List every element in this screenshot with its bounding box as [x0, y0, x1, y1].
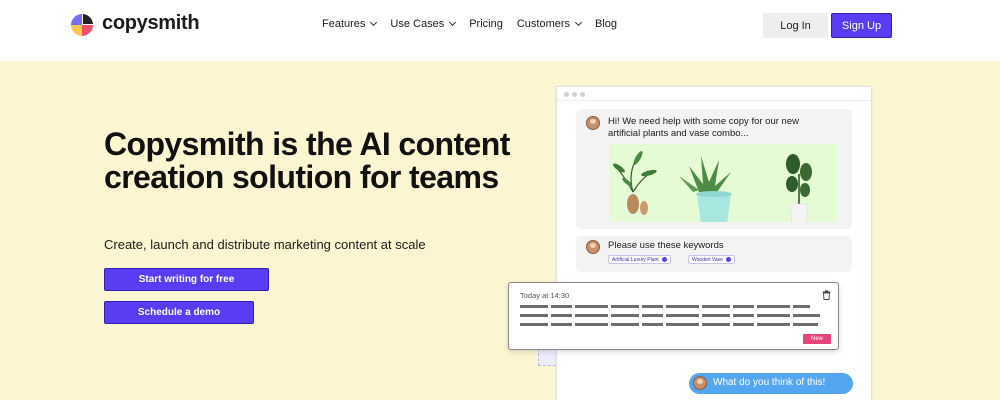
top-navigation: copysmith Features Use Cases Pricing Cus…: [0, 0, 1000, 61]
hero-subheadline: Create, launch and distribute marketing …: [104, 237, 426, 252]
copysmith-logo-icon[interactable]: [70, 13, 94, 37]
nav-item-label: Use Cases: [390, 18, 445, 30]
placeholder-text-line: [520, 314, 820, 317]
chat-message-text: Please use these keywords: [608, 240, 724, 251]
hero-section: Copysmith is the AI content creation sol…: [0, 61, 1000, 400]
signup-button[interactable]: Sign Up: [831, 13, 892, 38]
product-mockup-window: Hi! We need help with some copy for our …: [556, 86, 872, 400]
chat-message-text: Hi! We need help with some copy for our …: [608, 116, 799, 139]
keyword-tag[interactable]: Wooden Vase: [688, 255, 735, 264]
placeholder-text-line: [520, 305, 810, 308]
nav-links: Features Use Cases Pricing Customers Blo…: [322, 18, 631, 30]
remove-keyword-icon[interactable]: [661, 257, 667, 262]
keyword-tag-label: Wooden Vase: [692, 256, 723, 263]
keyword-tag-label: Artificial Luxury Plant: [612, 256, 659, 263]
window-dot-icon: [580, 92, 585, 97]
generated-copy-card[interactable]: Today at 14:30 New: [508, 282, 839, 350]
placeholder-text-line: [520, 323, 818, 326]
hero-headline: Copysmith is the AI content creation sol…: [104, 126, 510, 195]
nav-item-use-cases[interactable]: Use Cases: [390, 18, 457, 30]
login-button[interactable]: Log In: [763, 13, 828, 38]
start-writing-button[interactable]: Start writing for free: [104, 268, 269, 291]
chevron-down-icon: [370, 18, 378, 27]
new-badge: New: [803, 334, 831, 344]
nav-item-label: Blog: [595, 18, 618, 30]
nav-item-label: Customers: [516, 18, 571, 30]
remove-keyword-icon[interactable]: [725, 257, 731, 262]
avatar: [586, 116, 600, 130]
product-image-plants: [609, 144, 837, 225]
chat-reply-bubble: What do you think of this!: [689, 373, 853, 394]
avatar: [586, 240, 600, 254]
trash-icon[interactable]: [822, 290, 831, 300]
avatar: [693, 376, 707, 390]
brand-name[interactable]: copysmith: [102, 12, 200, 35]
nav-item-label: Features: [322, 18, 366, 30]
chevron-down-icon: [449, 18, 457, 27]
plants-illustration: [613, 150, 812, 225]
schedule-demo-button[interactable]: Schedule a demo: [104, 301, 254, 324]
nav-item-label: Pricing: [469, 18, 503, 30]
keyword-tag[interactable]: Artificial Luxury Plant: [608, 255, 671, 264]
chat-message-keywords: Please use these keywords Artificial Lux…: [576, 236, 852, 272]
chat-message-request: Hi! We need help with some copy for our …: [576, 109, 852, 229]
nav-item-features[interactable]: Features: [322, 18, 378, 30]
chat-reply-text: What do you think of this!: [713, 377, 826, 388]
window-title-bar: [557, 87, 871, 101]
window-dot-icon: [564, 92, 569, 97]
chevron-down-icon: [574, 18, 583, 27]
nav-item-blog[interactable]: Blog: [595, 18, 617, 30]
window-dot-icon: [572, 92, 577, 97]
result-timestamp: Today at 14:30: [520, 291, 570, 300]
nav-item-customers[interactable]: Customers: [516, 18, 583, 30]
nav-item-pricing[interactable]: Pricing: [469, 18, 503, 30]
